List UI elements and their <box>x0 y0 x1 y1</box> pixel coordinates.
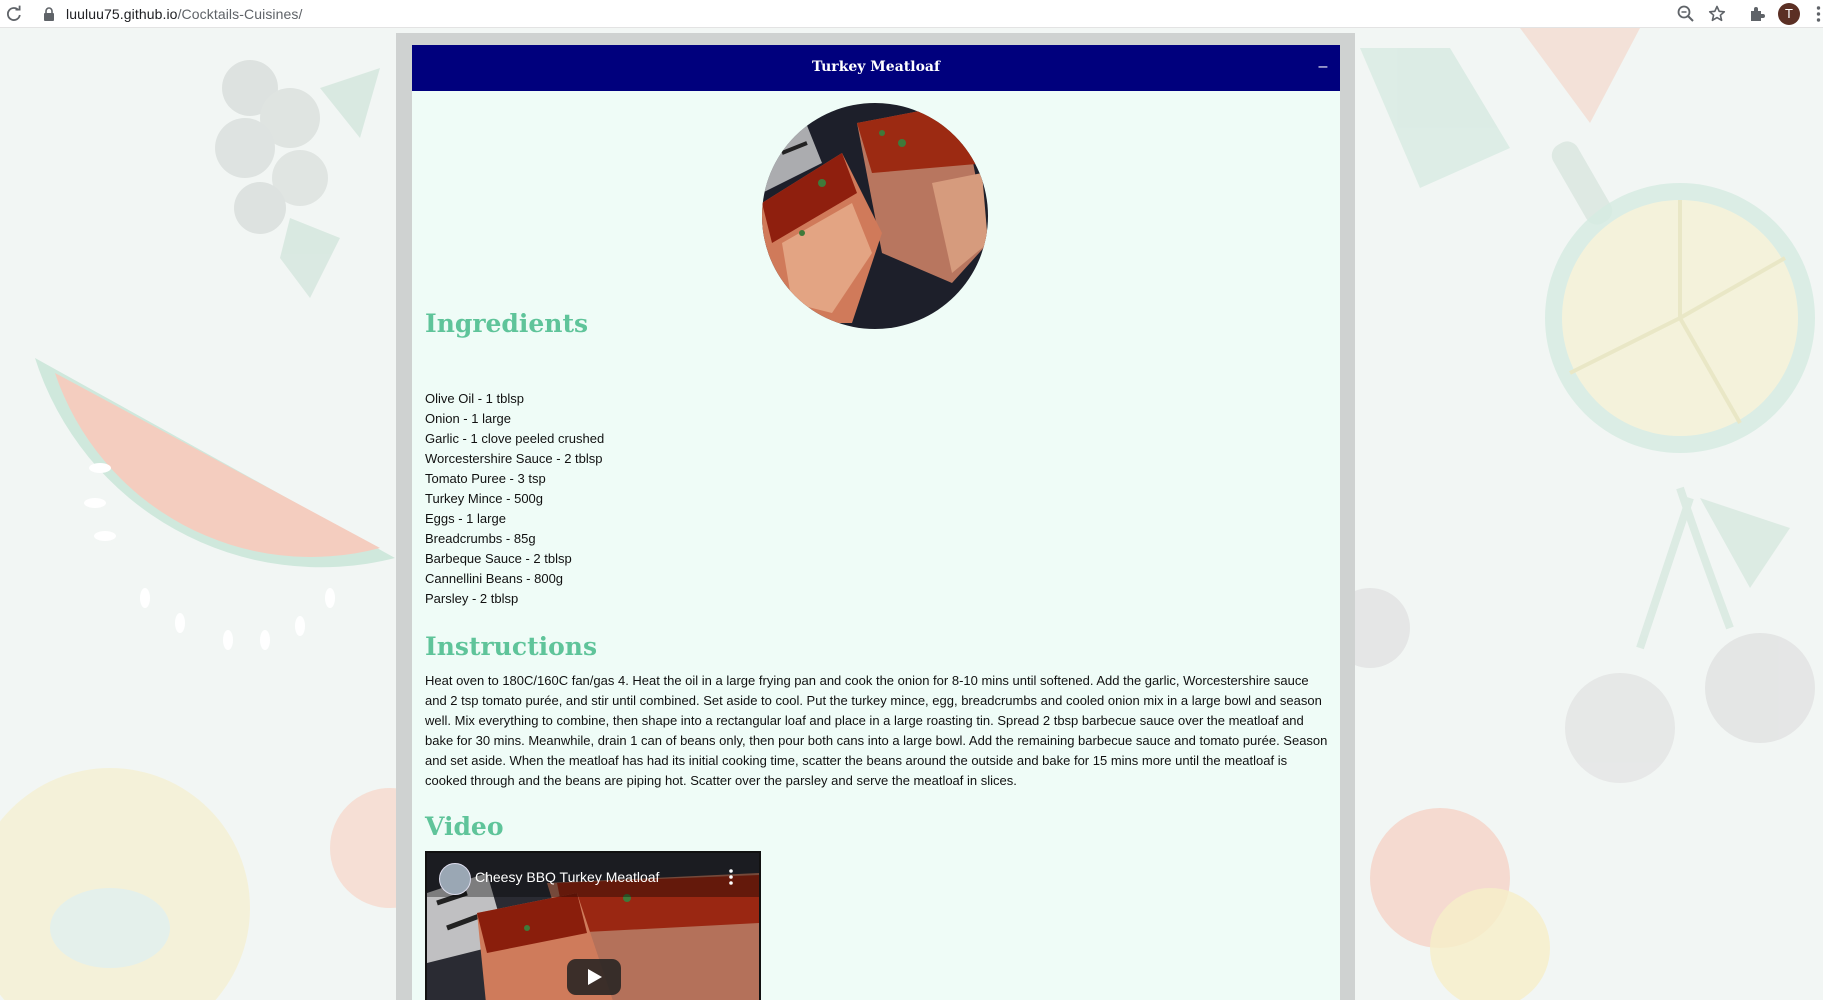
ingredients-heading: Ingredients <box>425 309 589 338</box>
video-embed[interactable]: Cheesy BBQ Turkey Meatloaf <box>425 851 761 1000</box>
ingredient-item: Olive Oil - 1 tblsp <box>425 391 524 406</box>
video-menu-icon[interactable] <box>727 867 735 887</box>
video-heading: Video <box>425 812 504 841</box>
ingredient-item: Garlic - 1 clove peeled crushed <box>425 431 605 446</box>
reload-icon[interactable] <box>4 4 24 24</box>
recipe-photo <box>762 103 988 329</box>
browser-menu-icon[interactable] <box>1814 4 1823 24</box>
video-title[interactable]: Cheesy BBQ Turkey Meatloaf <box>475 869 659 885</box>
zoom-icon[interactable] <box>1676 4 1696 24</box>
ingredient-item: Eggs - 1 large <box>425 511 506 526</box>
profile-avatar[interactable]: T <box>1778 3 1800 25</box>
channel-avatar[interactable] <box>439 863 471 895</box>
url-path: /Cocktails-Cuisines/ <box>177 6 303 22</box>
ingredient-item: Barbeque Sauce - 2 tblsp <box>425 551 572 566</box>
play-icon <box>588 969 602 985</box>
instructions-text: Heat oven to 180C/160C fan/gas 4. Heat t… <box>425 673 1328 788</box>
recipe-title: Turkey Meatloaf <box>812 59 940 75</box>
extensions-icon[interactable] <box>1747 4 1767 24</box>
url-domain: luuluu75.github.io <box>66 6 178 22</box>
ingredient-item: Turkey Mince - 500g <box>425 491 544 506</box>
ingredient-item: Parsley - 2 tblsp <box>425 591 519 606</box>
ingredients-list: Olive Oil - 1 tblsp Onion - 1 large Garl… <box>425 389 604 609</box>
ingredient-item: Tomato Puree - 3 tsp <box>425 471 546 486</box>
ingredient-item: Onion - 1 large <box>425 411 511 426</box>
play-button[interactable] <box>567 959 621 995</box>
lime-decoration <box>1545 183 1815 453</box>
collapse-button[interactable]: – <box>1316 58 1330 76</box>
instructions-heading: Instructions <box>425 632 598 661</box>
browser-toolbar: luuluu75.github.io/Cocktails-Cuisines/ T <box>0 0 1823 28</box>
recipe-header[interactable]: Turkey Meatloaf – <box>412 45 1340 91</box>
star-icon[interactable] <box>1707 4 1727 24</box>
ingredient-item: Breadcrumbs - 85g <box>425 531 536 546</box>
ingredient-item: Cannellini Beans - 800g <box>425 571 564 586</box>
lock-icon[interactable] <box>43 7 55 21</box>
address-bar[interactable]: luuluu75.github.io/Cocktails-Cuisines/ <box>66 6 303 22</box>
ingredient-item: Worcestershire Sauce - 2 tblsp <box>425 451 603 466</box>
recipe-card: Turkey Meatloaf – Ingredients Olive Oil … <box>412 45 1340 1000</box>
